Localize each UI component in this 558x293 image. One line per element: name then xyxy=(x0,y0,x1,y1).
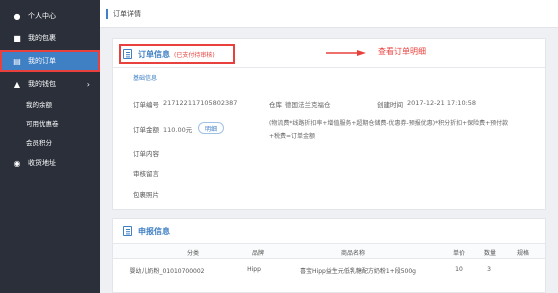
column-header: 数量 xyxy=(483,250,496,257)
document-icon xyxy=(123,226,132,236)
created-label: 创建时间 xyxy=(377,101,403,109)
order-icon: ▤ xyxy=(13,56,21,66)
order-info-header: 订单信息 (已支付待审核) xyxy=(123,46,215,62)
wallet-icon: ▲ xyxy=(13,79,21,89)
review-remark-label: 审核留言 xyxy=(133,170,159,178)
sidebar-subitem-label: 可用优惠卷 xyxy=(26,120,59,128)
amount-label: 订单金额 xyxy=(133,126,159,134)
sidebar-item-my-packages[interactable]: ■ 我的包裹 xyxy=(0,27,100,49)
sidebar-item-personal-center[interactable]: ● 个人中心 xyxy=(0,5,100,27)
document-icon xyxy=(123,49,132,59)
title-accent-bar xyxy=(106,8,108,19)
sidebar-subitem-points[interactable]: 会员积分 xyxy=(0,133,100,151)
column-header: 品牌 xyxy=(251,250,264,257)
package-photo-label: 包裹照片 xyxy=(133,191,159,199)
page-header: 订单详情 xyxy=(100,0,558,28)
callout-text: 查看订单明细 xyxy=(378,47,426,56)
chevron-right-icon: › xyxy=(86,79,90,89)
declaration-header: 申报信息 xyxy=(123,223,170,239)
table-header: 分类 品牌 商品名称 单价 数量 规格 xyxy=(113,243,545,259)
detail-button[interactable]: 明细 xyxy=(198,122,224,134)
cell-brand: Hipp xyxy=(247,266,261,273)
sidebar-item-address[interactable]: ◉ 收货地址 xyxy=(0,152,100,174)
sidebar-item-label: 我的订单 xyxy=(28,57,56,65)
sidebar-item-label: 我的钱包 xyxy=(28,80,56,88)
declaration-panel: 申报信息 分类 品牌 商品名称 单价 数量 规格 婴幼儿奶粉_010107000… xyxy=(112,218,546,293)
warehouse-value: 德国法兰克福仓 xyxy=(285,101,331,109)
order-content-label: 订单内容 xyxy=(133,150,159,158)
callout-arrow-icon xyxy=(326,50,366,56)
divider xyxy=(113,67,545,68)
sidebar-subitem-coupons[interactable]: 可用优惠卷 xyxy=(0,114,100,132)
sidebar-subitem-label: 我的余额 xyxy=(26,101,52,109)
column-header: 单价 xyxy=(452,250,465,257)
section-title: 订单信息 xyxy=(138,49,170,59)
status-badge: (已支付待审核) xyxy=(174,51,215,59)
sidebar-item-my-wallet[interactable]: ▲ 我的钱包 › xyxy=(0,73,100,95)
sidebar-item-my-orders[interactable]: ▤ 我的订单 xyxy=(0,50,100,72)
sidebar-item-label: 收货地址 xyxy=(28,159,56,167)
page-title: 订单详情 xyxy=(113,9,141,18)
sidebar-item-label: 个人中心 xyxy=(28,12,56,20)
amount-value: 110.00元 xyxy=(163,126,193,134)
section-title: 申报信息 xyxy=(138,226,170,236)
amount-formula-line1: (物流费*线路折扣率+增值服务+超期仓储费-优惠券-预报优惠)*积分折扣+保险费… xyxy=(269,120,509,127)
order-no-value: 217122117105802387 xyxy=(163,99,238,107)
cell-category: 婴幼儿奶粉_01010700002 xyxy=(129,268,205,275)
user-icon: ● xyxy=(13,11,21,21)
sidebar-item-label: 我的包裹 xyxy=(28,34,56,42)
sidebar-subitem-balance[interactable]: 我的余额 xyxy=(0,95,100,113)
column-header: 分类 xyxy=(186,250,199,257)
main-content: 订单详情 订单信息 (已支付待审核) 基础信息 订单编号 21712211710… xyxy=(100,0,558,293)
cell-product-name: 喜宝Hipp益生元低乳糖配方奶粉1+段500g xyxy=(300,268,416,275)
basic-info-subheading: 基础信息 xyxy=(133,75,158,82)
cell-quantity: 3 xyxy=(487,266,491,273)
created-value: 2017-12-21 17:10:58 xyxy=(407,99,477,107)
order-info-panel: 订单信息 (已支付待审核) 基础信息 订单编号 2171221171058023… xyxy=(112,38,546,210)
sidebar: ● 个人中心 ■ 我的包裹 ▤ 我的订单 ▲ 我的钱包 › 我的余额 可用优惠卷… xyxy=(0,0,100,293)
cell-price: 10 xyxy=(455,266,463,273)
sidebar-subitem-label: 会员积分 xyxy=(26,139,52,147)
warehouse-label: 仓库 xyxy=(269,101,282,109)
package-icon: ■ xyxy=(13,33,21,43)
location-pin-icon: ◉ xyxy=(13,158,21,168)
column-header: 规格 xyxy=(516,250,529,257)
column-header: 商品名称 xyxy=(340,250,365,257)
amount-formula-line2: +税费=订单金额 xyxy=(269,133,316,140)
order-no-label: 订单编号 xyxy=(133,101,159,109)
